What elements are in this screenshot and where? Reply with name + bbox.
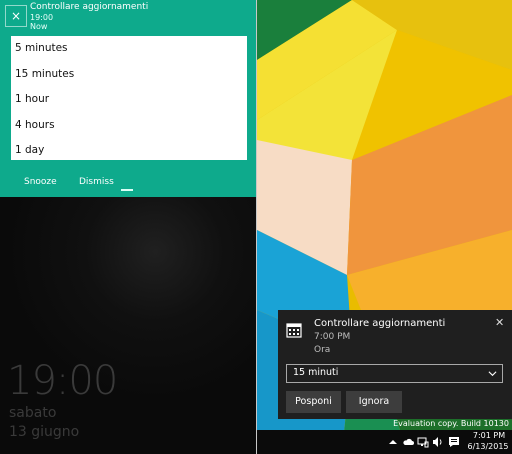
calendar-icon <box>286 323 302 338</box>
action-center-icon[interactable] <box>448 436 460 448</box>
snooze-option[interactable]: 1 day <box>11 138 247 164</box>
lockscreen-date: 13 giugno <box>9 424 80 440</box>
notification-time: 7:00 PM <box>314 332 351 342</box>
chevron-up-icon[interactable] <box>387 436 399 448</box>
toast-when: Now <box>30 22 48 31</box>
snooze-options-list: 5 minutes 15 minutes 1 hour 4 hours 1 da… <box>11 36 247 160</box>
close-icon[interactable]: × <box>5 5 27 27</box>
network-icon[interactable] <box>417 436 429 448</box>
desktop-reminder-notification: Controllare aggiornamenti 7:00 PM Ora ✕ … <box>278 310 512 419</box>
snooze-option[interactable]: 1 hour <box>11 87 247 113</box>
phone-reminder-toast: × Controllare aggiornamenti 19:00 Now 5 … <box>0 0 256 197</box>
clock-time[interactable]: 7:01 PM <box>469 431 509 440</box>
snooze-duration-select[interactable]: 15 minuti <box>286 364 503 383</box>
evaluation-watermark: Evaluation copy. Build 10130 <box>393 419 509 428</box>
toast-time: 19:00 <box>30 13 54 22</box>
close-icon[interactable]: ✕ <box>495 316 504 329</box>
cloud-icon[interactable] <box>402 436 414 448</box>
dismiss-button[interactable]: Ignora <box>346 391 402 413</box>
volume-icon[interactable] <box>432 436 444 448</box>
dismiss-button[interactable]: Dismiss <box>79 177 114 187</box>
notification-when: Ora <box>314 345 331 355</box>
snooze-duration-value: 15 minuti <box>293 367 339 378</box>
snooze-option[interactable]: 5 minutes <box>11 36 247 62</box>
snooze-option[interactable]: 15 minutes <box>11 62 247 88</box>
lockscreen-time: 19:00 <box>7 358 118 404</box>
snooze-button[interactable]: Posponi <box>286 391 341 413</box>
toast-title: Controllare aggiornamenti <box>30 2 149 12</box>
drag-handle[interactable] <box>121 189 133 191</box>
snooze-option[interactable]: 4 hours <box>11 113 247 139</box>
desktop-screen: Controllare aggiornamenti 7:00 PM Ora ✕ … <box>257 0 512 454</box>
notification-title: Controllare aggiornamenti <box>314 318 446 329</box>
chevron-down-icon <box>488 371 497 377</box>
lockscreen-day: sabato <box>9 405 57 421</box>
snooze-button[interactable]: Snooze <box>24 177 57 187</box>
taskbar: 7:01 PM 6/13/2015 <box>257 430 512 454</box>
clock-date[interactable]: 6/13/2015 <box>465 442 511 451</box>
phone-screen: 19:00 sabato 13 giugno × Controllare agg… <box>0 0 256 454</box>
